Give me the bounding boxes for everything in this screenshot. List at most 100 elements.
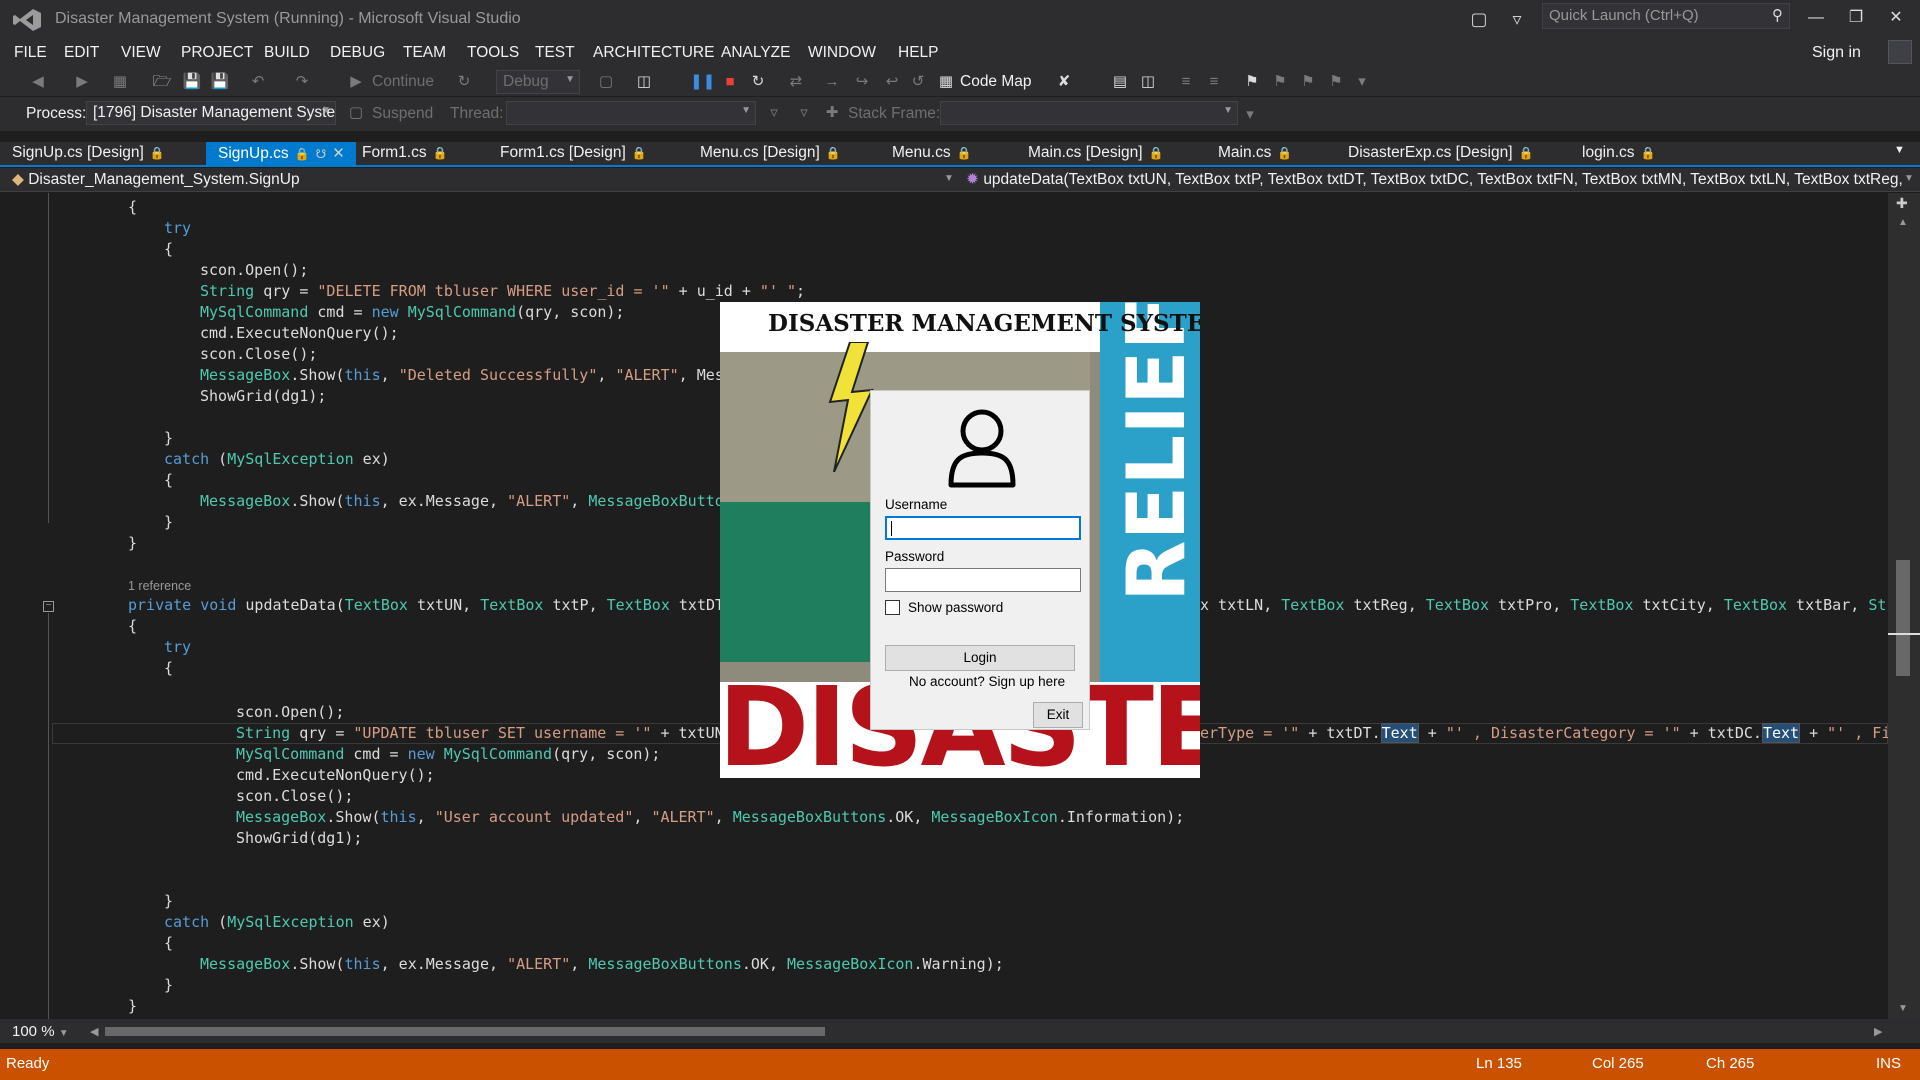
break-all-icon[interactable]: ❚❚ — [690, 72, 715, 92]
solution-config-select[interactable]: Debug ▼ — [496, 70, 580, 94]
bookmark-icon[interactable]: ⚑ — [1242, 72, 1262, 92]
codelens-references[interactable]: 1 reference — [128, 579, 191, 593]
quick-launch-input[interactable]: Quick Launch (Ctrl+Q) ⚲ — [1542, 3, 1790, 29]
feedback-icon[interactable]: ▢ — [1466, 6, 1492, 32]
menu-architecture[interactable]: ARCHITECTURE — [593, 44, 714, 62]
stack-frame-icon[interactable]: ✚ — [822, 103, 842, 123]
toolbar-overflow-icon[interactable]: ▾ — [1352, 72, 1372, 92]
suspend-button[interactable]: Suspend — [372, 105, 433, 123]
username-input[interactable] — [885, 516, 1081, 540]
prev-bookmark-icon[interactable]: ⚑ — [1270, 72, 1290, 92]
menu-debug[interactable]: DEBUG — [330, 44, 385, 62]
thread-select[interactable]: ▼ — [506, 101, 756, 125]
collapse-region-icon[interactable]: − — [43, 601, 54, 612]
bookmark-window-icon[interactable]: ▤ — [1110, 72, 1130, 92]
attach-icon[interactable]: ▢ — [596, 72, 616, 92]
search-icon[interactable]: ⚲ — [1772, 6, 1783, 24]
restart-debugging-icon[interactable]: ↻ — [748, 72, 768, 92]
tab-signup-design[interactable]: SignUp.cs [Design] 🔒 — [0, 142, 177, 165]
redo-icon[interactable]: ↷ — [292, 72, 312, 92]
continue-icon[interactable]: ▶ — [346, 72, 366, 92]
signup-link[interactable]: No account? Sign up here — [909, 674, 1065, 689]
show-password-label[interactable]: Show password — [908, 600, 1003, 615]
process-select[interactable]: [1796] Disaster Management Syste ▼ — [86, 101, 336, 125]
comment-icon[interactable]: ≡ — [1176, 72, 1196, 92]
menu-project[interactable]: PROJECT — [181, 44, 253, 62]
back-icon[interactable]: ◀ — [28, 72, 48, 92]
chevron-down-icon[interactable]: ▼ — [1904, 173, 1914, 184]
suspend-icon[interactable]: ▢ — [346, 103, 366, 123]
split-editor-icon[interactable]: ✚ — [1896, 195, 1908, 212]
scroll-down-icon[interactable]: ▼ — [1898, 1003, 1908, 1014]
undo-icon[interactable]: ↶ — [248, 72, 268, 92]
horizontal-scroll-thumb[interactable] — [105, 1027, 825, 1036]
tab-form1-design[interactable]: Form1.cs [Design] 🔒 — [488, 142, 659, 165]
save-icon[interactable]: 💾 — [182, 72, 202, 92]
stack-frame-select[interactable]: ▼ — [940, 101, 1238, 125]
exceptions-icon[interactable]: ✘ — [1054, 72, 1074, 92]
code-map-icon[interactable]: ▦ — [936, 72, 956, 92]
open-file-icon[interactable]: 🗁 — [152, 72, 172, 92]
toolbar2-overflow-icon[interactable]: ▾ — [1240, 105, 1260, 125]
chevron-down-icon[interactable]: ▼ — [944, 173, 954, 184]
tab-form1-cs[interactable]: Form1.cs 🔒 — [350, 142, 460, 165]
clear-bookmarks-icon[interactable]: ⚑ — [1326, 72, 1346, 92]
show-threads-icon[interactable]: ◫ — [634, 72, 654, 92]
save-all-icon[interactable]: 💾 — [210, 72, 230, 92]
sign-in-link[interactable]: Sign in — [1812, 44, 1861, 62]
scroll-up-icon[interactable]: ▲ — [1898, 217, 1908, 228]
tab-disasterexp-design[interactable]: DisasterExp.cs [Design] 🔒 — [1336, 142, 1545, 165]
layout-icon[interactable]: ◫ — [1138, 72, 1158, 92]
show-password-checkbox[interactable] — [885, 600, 900, 615]
restart-icon[interactable]: ↻ — [454, 72, 474, 92]
menu-edit[interactable]: EDIT — [64, 44, 99, 62]
tab-main-cs[interactable]: Main.cs 🔒 — [1206, 142, 1304, 165]
new-project-icon[interactable]: ▦ — [110, 72, 130, 92]
step-back-icon[interactable]: ↺ — [908, 72, 928, 92]
code-map-button[interactable]: Code Map — [960, 73, 1032, 91]
menu-window[interactable]: WINDOW — [808, 44, 876, 62]
scroll-right-icon[interactable]: ▶ — [1874, 1025, 1882, 1038]
menu-test[interactable]: TEST — [535, 44, 575, 62]
continue-button[interactable]: Continue — [372, 73, 434, 91]
flag-thread-icon[interactable]: ▿ — [764, 103, 784, 123]
step-into-icon[interactable]: → — [822, 72, 842, 92]
minimize-button[interactable]: — — [1796, 4, 1836, 32]
member-dropdown[interactable]: ✹ updateData(TextBox txtUN, TextBox txtP… — [966, 170, 1904, 189]
login-button[interactable]: Login — [885, 645, 1075, 671]
flag-all-icon[interactable]: ▿ — [794, 103, 814, 123]
menu-analyze[interactable]: ANALYZE — [721, 44, 791, 62]
code-token: + txtDC. — [1680, 724, 1762, 742]
forward-icon[interactable]: ▶ — [72, 72, 92, 92]
class-dropdown[interactable]: ◆ Disaster_Management_System.SignUp — [12, 170, 300, 189]
menu-file[interactable]: FILE — [14, 44, 47, 62]
menu-build[interactable]: BUILD — [264, 44, 310, 62]
next-bookmark-icon[interactable]: ⚑ — [1298, 72, 1318, 92]
account-avatar-icon[interactable] — [1888, 40, 1912, 64]
close-tab-icon[interactable]: ✕ — [332, 145, 345, 162]
menu-help[interactable]: HELP — [898, 44, 939, 62]
filter-icon[interactable]: ▿ — [1504, 6, 1530, 32]
show-next-statement-icon[interactable]: ⇄ — [786, 72, 806, 92]
tab-overflow-dropdown[interactable]: ▼ — [1886, 142, 1913, 165]
scroll-left-icon[interactable]: ◀ — [90, 1025, 98, 1038]
tab-menu-design[interactable]: Menu.cs [Design] 🔒 — [688, 142, 853, 165]
stop-debugging-icon[interactable]: ■ — [720, 72, 740, 92]
tab-main-design[interactable]: Main.cs [Design] 🔒 — [1016, 142, 1176, 165]
restore-button[interactable]: ❐ — [1836, 4, 1876, 32]
menu-view[interactable]: VIEW — [121, 44, 161, 62]
password-input[interactable] — [885, 568, 1081, 592]
tab-signup-cs[interactable]: SignUp.cs 🔒 ☋ ✕ — [206, 142, 356, 165]
close-window-button[interactable]: ✕ — [1876, 4, 1916, 32]
menu-tools[interactable]: TOOLS — [467, 44, 519, 62]
zoom-level-select[interactable]: 100 % ▼ — [12, 1023, 69, 1040]
menu-team[interactable]: TEAM — [403, 44, 446, 62]
vertical-scroll-thumb[interactable] — [1896, 560, 1910, 676]
exit-button[interactable]: Exit — [1033, 702, 1083, 728]
tab-menu-cs[interactable]: Menu.cs 🔒 — [880, 142, 984, 165]
step-over-icon[interactable]: ↪ — [852, 72, 872, 92]
uncomment-icon[interactable]: ≡ — [1204, 72, 1224, 92]
step-out-icon[interactable]: ↩ — [882, 72, 902, 92]
pin-icon[interactable]: ☋ — [316, 147, 327, 161]
tab-login-cs[interactable]: login.cs 🔒 — [1570, 142, 1668, 165]
